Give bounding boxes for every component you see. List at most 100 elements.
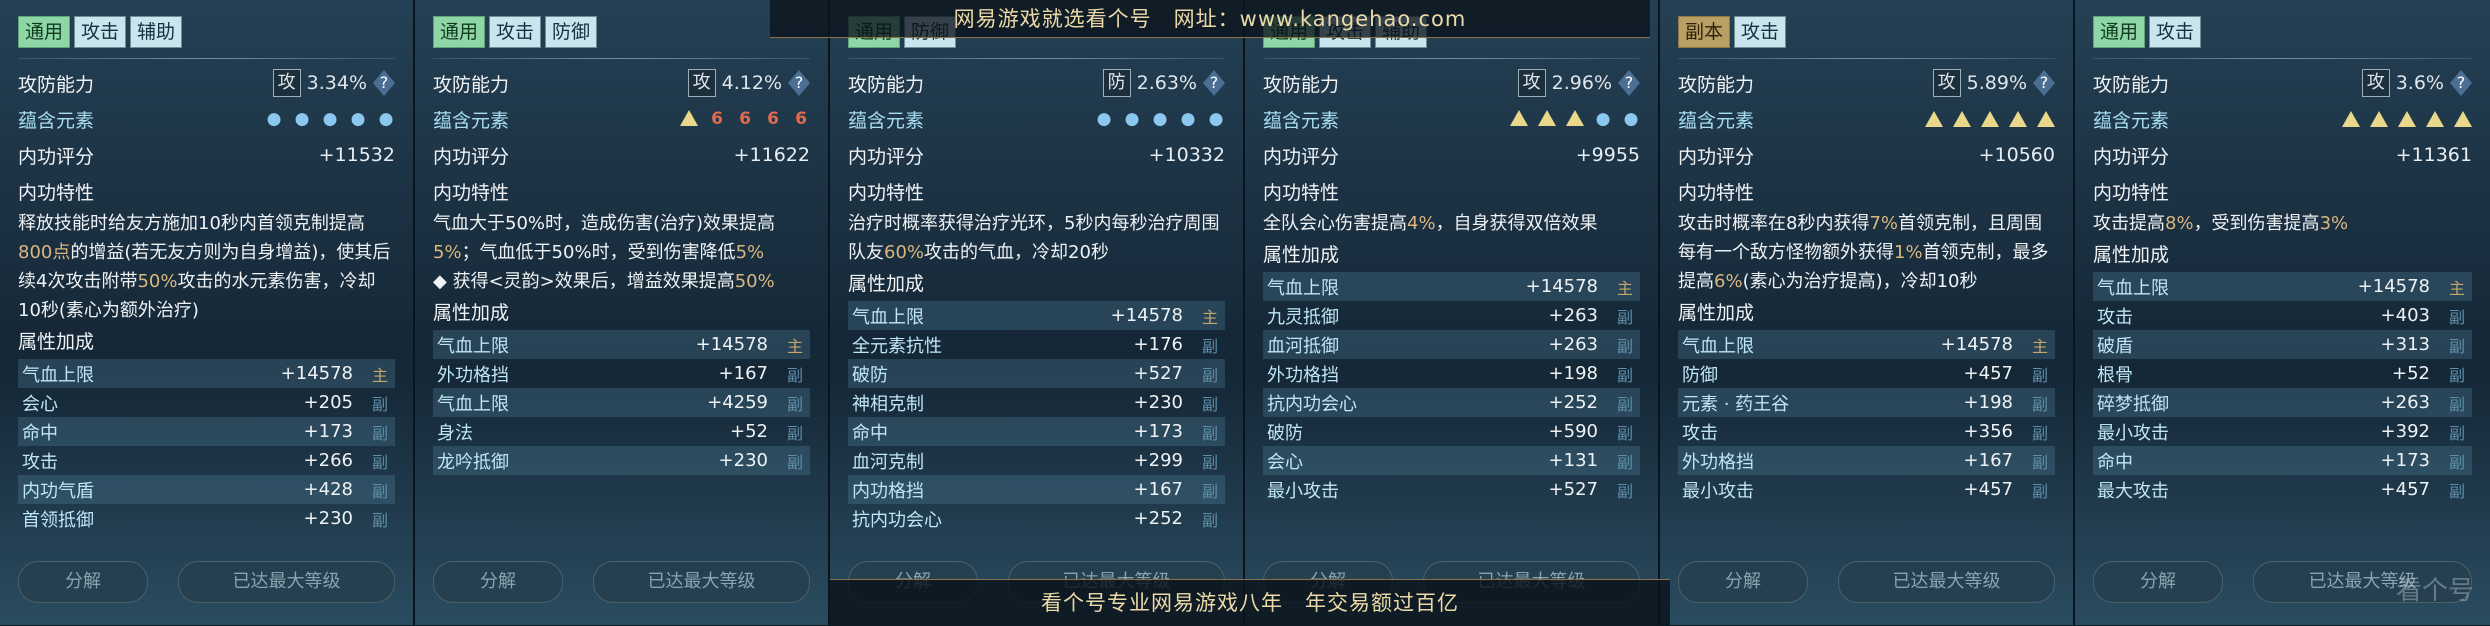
attr-name: 防御 <box>1682 361 1718 387</box>
attr-badge: 副 <box>784 420 806 444</box>
trait-segment: ◆ 获得<灵韵>效果后，增益效果提高 <box>433 271 735 292</box>
trait-text: 治疗时概率获得治疗光环，5秒内每秒治疗周围队友60%攻击的气血，冷却20秒 <box>848 209 1225 267</box>
score-row: 内功评分+10560 <box>1678 137 2055 173</box>
category-tag[interactable]: 攻击 <box>1734 16 1786 48</box>
attr-value: +205 <box>304 392 353 413</box>
attr-row: 气血上限+4259副 <box>433 388 810 417</box>
divider <box>1263 58 1640 59</box>
atk-def-row: 攻防能力攻4.12%? <box>433 65 810 101</box>
attr-row: 最小攻击+527副 <box>1263 475 1640 504</box>
max-level-button[interactable]: 已达最大等级 <box>178 561 395 603</box>
yellow-triangle-icon <box>680 110 698 126</box>
attr-badge: 主 <box>1199 304 1221 328</box>
category-tag[interactable]: 辅助 <box>130 16 182 48</box>
attr-row: 气血上限+14578主 <box>1678 330 2055 359</box>
attr-name: 气血上限 <box>2097 274 2169 300</box>
category-tag[interactable]: 攻击 <box>74 16 126 48</box>
trait-segment: 攻击的气血，冷却20秒 <box>924 242 1109 263</box>
trait-highlight: 6% <box>1714 271 1743 292</box>
water-drop-icon: ● <box>1207 110 1225 128</box>
attr-badge: 副 <box>1199 333 1221 357</box>
attr-badge: 副 <box>369 391 391 415</box>
attr-badge: 副 <box>1199 507 1221 531</box>
attr-row: 内功气盾+428副 <box>18 475 395 504</box>
attr-title: 属性加成 <box>1678 296 2055 330</box>
attr-value: +167 <box>719 363 768 384</box>
score-row: 内功评分+11361 <box>2093 137 2472 173</box>
water-drop-icon: ● <box>293 110 311 128</box>
attr-row: 气血上限+14578主 <box>18 359 395 388</box>
attr-value: +230 <box>1134 392 1183 413</box>
decompose-button[interactable]: 分解 <box>433 561 563 603</box>
category-tag[interactable]: 攻击 <box>489 16 541 48</box>
category-tag[interactable]: 通用 <box>2093 16 2145 48</box>
max-level-button[interactable]: 已达最大等级 <box>593 561 810 603</box>
attr-row: 身法+52副 <box>433 417 810 446</box>
attr-name: 龙吟抵御 <box>437 448 509 474</box>
category-tag[interactable]: 防御 <box>545 16 597 48</box>
attr-row: 元素 · 药王谷+198副 <box>1678 388 2055 417</box>
atk-type-box: 攻 <box>273 69 301 97</box>
trait-highlight: 3% <box>2320 213 2349 234</box>
attr-row: 破盾+313副 <box>2093 330 2472 359</box>
atk-def-percent: 4.12% <box>722 72 782 94</box>
atk-def-label: 攻防能力 <box>18 70 94 97</box>
yellow-triangle-icon <box>2342 111 2360 127</box>
attr-badge: 主 <box>1614 275 1636 299</box>
action-buttons: 分解已达最大等级 <box>18 561 395 603</box>
attr-badge: 副 <box>1614 304 1636 328</box>
attr-row: 根骨+52副 <box>2093 359 2472 388</box>
skill-panel: 通用攻击辅助攻防能力攻3.34%?蕴含元素●●●●●内功评分+11532内功特性… <box>0 0 415 625</box>
attr-value: +230 <box>304 508 353 529</box>
trait-title-row: 内功特性 <box>2093 173 2472 209</box>
attr-row: 最小攻击+392副 <box>2093 417 2472 446</box>
water-drop-icon: ● <box>349 110 367 128</box>
attr-name: 破防 <box>1267 419 1303 445</box>
water-drop-icon: ● <box>265 110 283 128</box>
attr-name: 元素 · 药王谷 <box>1682 390 1789 416</box>
attr-name: 气血上限 <box>1682 332 1754 358</box>
attr-title: 属性加成 <box>2093 238 2472 272</box>
help-icon[interactable]: ? <box>1203 70 1225 96</box>
attr-value: +527 <box>1134 363 1183 384</box>
element-row: 蕴含元素●●●●● <box>18 101 395 137</box>
category-tag[interactable]: 副本 <box>1678 16 1730 48</box>
atk-def-percent: 3.6% <box>2396 72 2444 94</box>
decompose-button[interactable]: 分解 <box>2093 561 2223 603</box>
divider <box>848 58 1225 59</box>
attr-row: 破防+590副 <box>1263 417 1640 446</box>
atk-def-value: 防2.63%? <box>1103 69 1225 97</box>
attr-value: +14578 <box>1111 305 1183 326</box>
watermark-logo: 看个号 <box>2396 570 2474 607</box>
help-icon[interactable]: ? <box>1618 70 1640 96</box>
trait-text: 全队会心伤害提高4%，自身获得双倍效果 <box>1263 209 1640 238</box>
attr-badge: 副 <box>784 362 806 386</box>
trait-label: 内功特性 <box>1678 178 1754 205</box>
decompose-button[interactable]: 分解 <box>18 561 148 603</box>
score-value: +10560 <box>1979 144 2055 166</box>
category-tag[interactable]: 通用 <box>433 16 485 48</box>
score-label: 内功评分 <box>848 142 924 169</box>
attr-row: 碎梦抵御+263副 <box>2093 388 2472 417</box>
attr-row: 血河克制+299副 <box>848 446 1225 475</box>
help-icon[interactable]: ? <box>2450 70 2472 96</box>
help-icon[interactable]: ? <box>788 70 810 96</box>
atk-def-label: 攻防能力 <box>2093 70 2169 97</box>
attr-name: 气血上限 <box>437 390 509 416</box>
atk-type-box: 攻 <box>1518 69 1546 97</box>
help-icon[interactable]: ? <box>373 70 395 96</box>
category-tag[interactable]: 通用 <box>18 16 70 48</box>
atk-def-label: 攻防能力 <box>1263 70 1339 97</box>
skill-panel: 通用防御攻防能力防2.63%?蕴含元素●●●●●内功评分+10332内功特性治疗… <box>830 0 1245 625</box>
category-tag[interactable]: 攻击 <box>2149 16 2201 48</box>
attr-value: +173 <box>1134 421 1183 442</box>
help-icon[interactable]: ? <box>2033 70 2055 96</box>
score-value: +9955 <box>1576 144 1640 166</box>
max-level-button[interactable]: 已达最大等级 <box>1838 561 2055 603</box>
score-value: +11622 <box>734 144 810 166</box>
yellow-triangle-icon <box>2009 111 2027 127</box>
attr-value: +263 <box>1549 334 1598 355</box>
trait-title-row: 内功特性 <box>433 173 810 209</box>
decompose-button[interactable]: 分解 <box>1678 561 1808 603</box>
element-label: 蕴含元素 <box>848 106 924 133</box>
